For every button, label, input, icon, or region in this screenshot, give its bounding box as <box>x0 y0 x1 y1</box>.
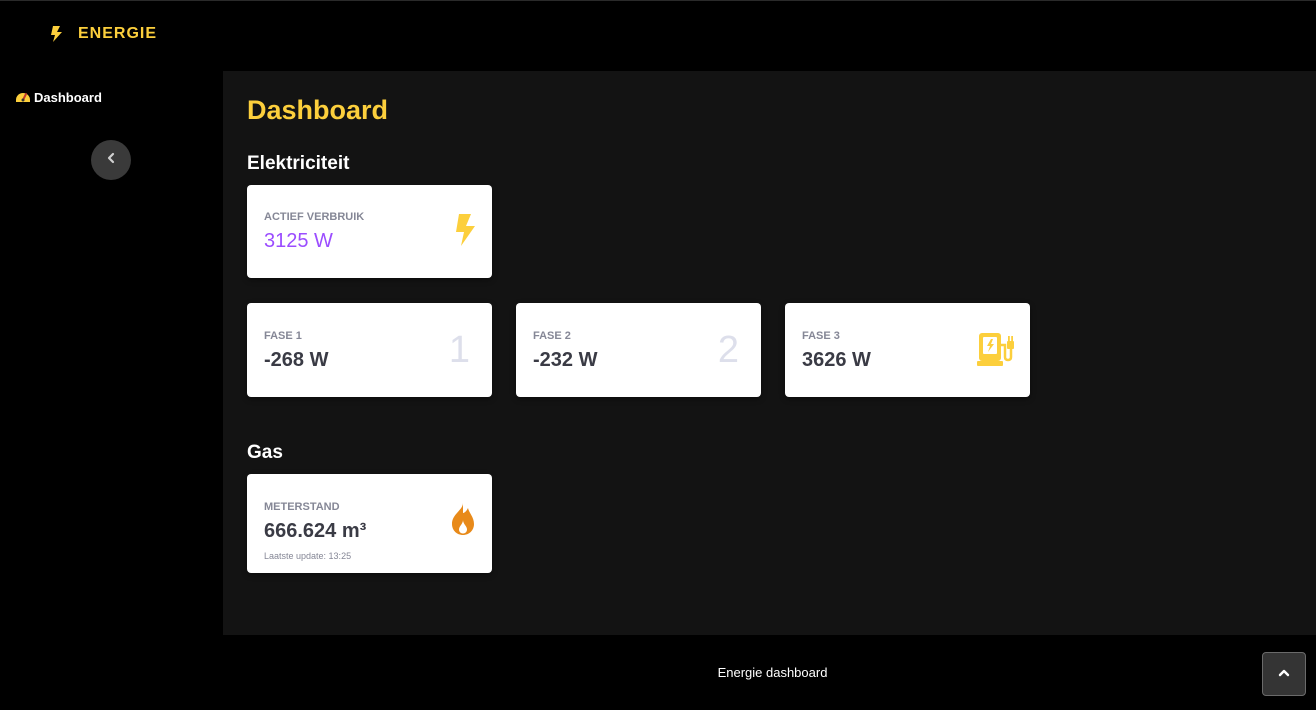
phase-2-card: Fase 2 -232 W 2 <box>516 303 761 397</box>
phase-3-card: Fase 3 3626 W <box>785 303 1030 397</box>
bolt-icon <box>48 25 64 43</box>
sidebar-toggle-button[interactable] <box>91 140 131 180</box>
fire-icon <box>450 502 476 541</box>
page-title: Dashboard <box>247 95 389 125</box>
section-title-electricity: Elektriciteit <box>247 153 350 174</box>
brand-logo[interactable]: ENERGIE <box>48 25 157 43</box>
card-label: Actief verbruik <box>264 211 365 223</box>
card-value: -268 W <box>264 349 329 371</box>
phase-number-badge: 1 <box>448 329 470 371</box>
chevron-up-icon <box>1278 665 1290 683</box>
tachometer-icon <box>15 89 31 106</box>
gas-meter-card: Meterstand 666.624 m³ Laatste update: 13… <box>247 474 492 573</box>
card-label: Meterstand <box>264 501 340 513</box>
footer-text: Energie dashboard <box>717 665 828 680</box>
section-title-gas: Gas <box>247 442 283 463</box>
card-label: Fase 2 <box>533 330 571 342</box>
charging-station-icon <box>977 331 1015 372</box>
brand-name: ENERGIE <box>78 25 158 42</box>
card-value: 666.624 m³ <box>264 520 367 542</box>
phase-number-badge: 2 <box>717 329 739 371</box>
sidebar: Dashboard <box>0 71 223 635</box>
phase-1-card: Fase 1 -268 W 1 <box>247 303 492 397</box>
sidebar-item-label: Dashboard <box>34 90 102 105</box>
main-content: Dashboard Elektriciteit Actief verbruik … <box>223 71 1316 635</box>
scroll-to-top-button[interactable] <box>1262 652 1306 696</box>
card-label: Fase 1 <box>264 330 302 342</box>
last-update-text: Laatste update: 13:25 <box>264 551 352 561</box>
top-bar: ENERGIE <box>0 0 1316 71</box>
card-value: 3125 W <box>264 230 333 252</box>
card-value: 3626 W <box>802 349 871 371</box>
sidebar-item-dashboard[interactable]: Dashboard <box>15 89 102 106</box>
active-usage-card: Actief verbruik 3125 W <box>247 185 492 278</box>
chevron-left-icon <box>106 151 116 169</box>
footer: Energie dashboard <box>223 635 1316 710</box>
bolt-icon <box>454 213 476 252</box>
card-label: Fase 3 <box>802 330 840 342</box>
card-value: -232 W <box>533 349 598 371</box>
